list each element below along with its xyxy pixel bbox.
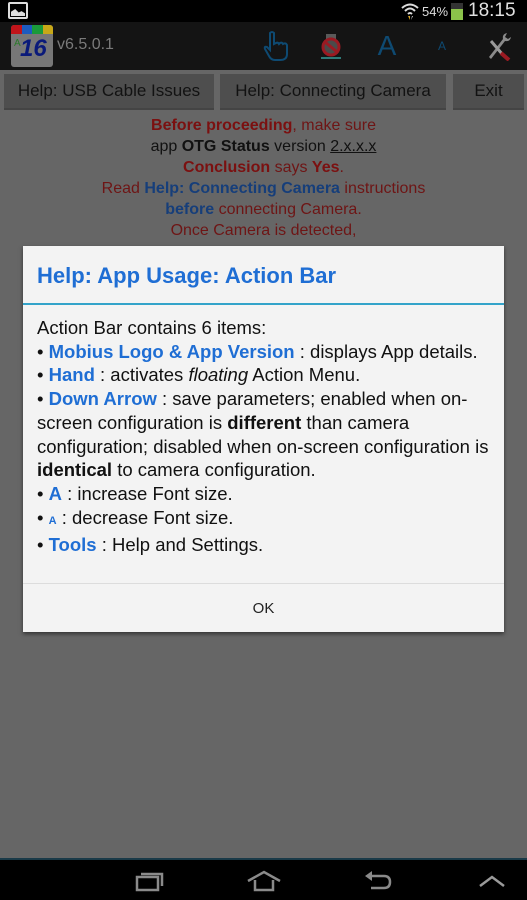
item-keyword: Down Arrow: [48, 388, 157, 410]
list-item: • Tools : Help and Settings.: [37, 533, 497, 557]
tools-icon[interactable]: [480, 28, 516, 64]
instruction-line: Read Help: Connecting Camera instruction…: [0, 178, 527, 199]
font-increase-icon[interactable]: A: [370, 28, 404, 64]
item-text: : Help and Settings.: [96, 534, 264, 556]
exit-button[interactable]: Exit: [453, 74, 524, 110]
item-bold: different: [227, 411, 302, 433]
bullet: •: [37, 340, 44, 362]
instruction-line: before connecting Camera.: [0, 199, 527, 220]
instruction-emphasis: OTG Status: [181, 138, 270, 155]
wifi-icon: [401, 3, 419, 20]
bullet: •: [37, 482, 44, 504]
item-text: : increase Font size.: [62, 482, 233, 504]
action-bar: A 16 v6.5.0.1 A A: [0, 22, 527, 70]
recent-apps-icon[interactable]: [130, 866, 170, 896]
list-item: • Down Arrow : save parameters; enabled …: [37, 387, 497, 482]
hand-icon[interactable]: [258, 28, 294, 64]
instruction-text: Read: [101, 180, 145, 197]
list-item: • Mobius Logo & App Version : displays A…: [37, 340, 497, 364]
navigation-bar: [0, 858, 527, 900]
home-icon[interactable]: [244, 866, 284, 896]
mobius-logo[interactable]: A 16: [11, 25, 53, 67]
instruction-line: Once Camera is detected,: [170, 222, 357, 239]
bullet: •: [37, 506, 44, 528]
list-item: • A : increase Font size.: [37, 482, 497, 506]
item-keyword: A: [48, 482, 62, 504]
instruction-emphasis: Help: Connecting Camera: [144, 180, 340, 197]
instruction-emphasis: Yes: [311, 159, 340, 176]
item-italic: floating: [188, 364, 249, 386]
font-decrease-icon[interactable]: A: [428, 28, 456, 64]
ok-button[interactable]: OK: [23, 584, 504, 632]
instruction-text: .: [339, 159, 344, 176]
instructions-text: Before proceeding, make sure app OTG Sta…: [0, 115, 527, 241]
up-chevron-icon[interactable]: [474, 866, 510, 896]
item-text: : activates: [94, 364, 189, 386]
help-dialog: Help: App Usage: Action Bar Action Bar c…: [23, 246, 504, 632]
instruction-text: app: [150, 138, 182, 155]
item-text: : decrease Font size.: [56, 506, 234, 528]
item-keyword: Hand: [48, 364, 95, 386]
app-version[interactable]: v6.5.0.1: [57, 36, 114, 54]
instruction-emphasis: before: [165, 201, 215, 218]
item-keyword: Tools: [48, 534, 97, 556]
item-keyword: Mobius Logo & App Version: [48, 340, 295, 362]
battery-percent: 54%: [422, 4, 449, 19]
instruction-text: instructions: [339, 180, 426, 197]
item-keyword: A: [48, 514, 57, 527]
item-text: Action Menu.: [248, 364, 361, 386]
instruction-text: connecting Camera.: [214, 201, 362, 218]
item-text: to camera configuration.: [112, 459, 316, 481]
clock: 18:15: [468, 0, 516, 21]
instruction-line: Conclusion says Yes.: [0, 157, 527, 178]
instruction-line: app OTG Status version 2.x.x.x: [0, 136, 527, 157]
back-icon[interactable]: [358, 866, 398, 896]
logo-stripe-blue: [21, 25, 32, 34]
list-item: • Hand : activates floating Action Menu.: [37, 363, 497, 387]
down-arrow-disabled-icon[interactable]: [314, 28, 348, 64]
battery-icon: [451, 3, 463, 20]
bullet: •: [37, 364, 44, 386]
instruction-text: says: [270, 159, 312, 176]
instruction-text: version: [269, 138, 331, 155]
bullet: •: [37, 388, 44, 410]
item-bold: identical: [37, 459, 113, 481]
instruction-emphasis: Before proceeding: [151, 117, 293, 134]
dialog-intro: Action Bar contains 6 items:: [37, 317, 267, 338]
list-item: • A : decrease Font size.: [37, 506, 497, 534]
logo-stripe-yellow: [42, 25, 53, 34]
logo-text: 16: [20, 35, 47, 62]
connecting-camera-help-button[interactable]: Help: Connecting Camera: [220, 74, 446, 110]
logo-stripe-red: [11, 25, 22, 34]
image-notification-icon: [8, 2, 28, 19]
instruction-emphasis: Conclusion: [183, 159, 271, 176]
dialog-title-divider: [23, 303, 504, 305]
dialog-title: Help: App Usage: Action Bar: [37, 263, 337, 288]
instruction-line: Before proceeding, make sure: [0, 115, 527, 136]
version-link[interactable]: 2.x.x.x: [330, 138, 376, 155]
bullet: •: [37, 534, 44, 556]
item-text: : displays App details.: [294, 340, 478, 362]
dialog-body: Action Bar contains 6 items: • Mobius Lo…: [37, 316, 497, 557]
status-bar: 54% 18:15: [0, 0, 527, 22]
logo-stripe-green: [32, 25, 43, 34]
usb-cable-help-button[interactable]: Help: USB Cable Issues: [4, 74, 214, 110]
instruction-text: , make sure: [292, 117, 376, 134]
